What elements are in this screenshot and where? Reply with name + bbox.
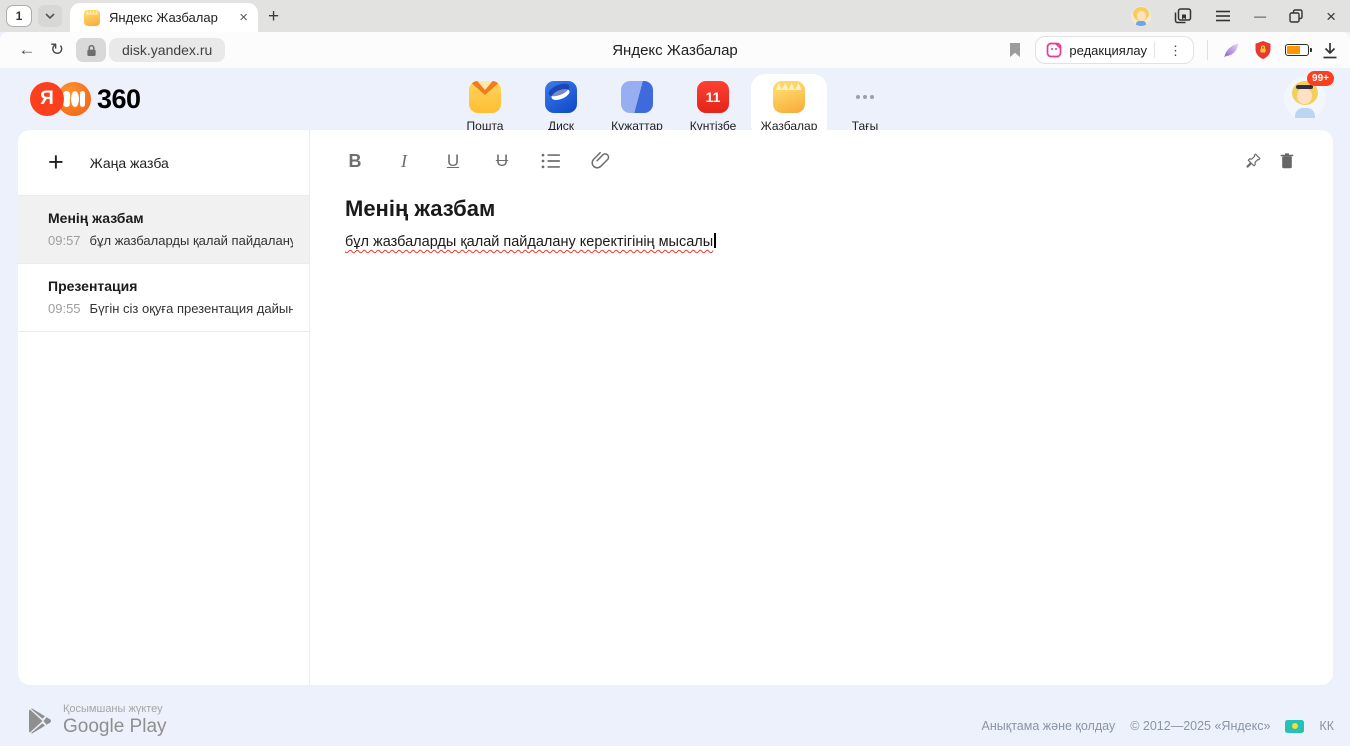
- note-editor[interactable]: B I U U Менің жазбам бұл жазбаларды қала…: [310, 130, 1333, 685]
- service-header: Я 360 Пошта Диск Құжаттар 11 Күнтізбе: [0, 68, 1350, 130]
- text-caret: [714, 233, 716, 248]
- google-play-icon: [28, 708, 52, 734]
- bold-button[interactable]: B: [345, 151, 365, 172]
- side-panels-icon[interactable]: [1174, 8, 1192, 24]
- italic-button[interactable]: I: [394, 151, 414, 172]
- download-icon[interactable]: [1322, 42, 1338, 59]
- battery-icon[interactable]: [1285, 44, 1309, 56]
- address-bar: ← ↻ disk.yandex.ru Яндекс Жазбалар редак…: [0, 32, 1350, 68]
- google-play-caption: Қосымшаны жүктеу: [63, 703, 167, 715]
- note-time: 09:57: [48, 233, 81, 248]
- format-toolbar: B I U U: [345, 143, 1295, 179]
- tab-strip: 1 Яндекс Жазбалар × + — ×: [0, 0, 1350, 32]
- bullet-list-icon: [541, 152, 561, 170]
- note-time: 09:55: [48, 301, 81, 316]
- logo-360-text: 360: [97, 84, 141, 115]
- disk-icon: [545, 81, 577, 113]
- tab-counter[interactable]: 1: [6, 5, 32, 27]
- restore-button[interactable]: [1289, 9, 1303, 23]
- note-actions: [1244, 152, 1295, 170]
- notification-badge: 99+: [1307, 71, 1334, 86]
- notes-app-panel: + Жаңа жазба Менің жазбам 09:57 бұл жазб…: [18, 130, 1333, 685]
- new-tab-button[interactable]: +: [268, 7, 279, 26]
- language-code[interactable]: КК: [1319, 719, 1334, 733]
- google-play-badge[interactable]: Қосымшаны жүктеу Google Play: [28, 703, 167, 738]
- url-field[interactable]: disk.yandex.ru: [109, 38, 225, 62]
- note-title[interactable]: Менің жазбам: [345, 196, 1295, 222]
- edit-mode-label: редакциялау: [1069, 43, 1147, 58]
- pin-button[interactable]: [1244, 152, 1262, 170]
- protect-shield-icon[interactable]: [1254, 40, 1272, 60]
- copyright: © 2012—2025 «Яндекс»: [1130, 719, 1270, 733]
- tab-list-chevron-button[interactable]: [38, 5, 62, 27]
- yandex-360-logo[interactable]: Я 360: [30, 82, 141, 116]
- help-link[interactable]: Анықтама және қолдау: [982, 719, 1116, 733]
- documents-icon: [621, 81, 653, 113]
- profile-avatar[interactable]: [1131, 6, 1151, 26]
- note-preview: бұл жазбаларды қалай пайдалану ке…: [90, 233, 293, 248]
- lock-icon[interactable]: [76, 38, 106, 62]
- yandex-logo-icon: Я: [30, 82, 64, 116]
- notes-sidebar: + Жаңа жазба Менің жазбам 09:57 бұл жазб…: [18, 130, 310, 685]
- underline-button[interactable]: U: [443, 151, 463, 171]
- close-button[interactable]: ×: [1326, 8, 1336, 25]
- kazakhstan-flag-icon[interactable]: [1285, 720, 1304, 733]
- footer-links: Анықтама және қолдау © 2012—2025 «Яндекс…: [982, 719, 1334, 733]
- mail-icon: [469, 81, 501, 113]
- window-controls: — ×: [1131, 6, 1350, 26]
- notes-icon: [773, 81, 805, 113]
- menu-icon[interactable]: [1215, 10, 1231, 22]
- note-preview: Бүгін сіз оқуға презентация дайында…: [90, 301, 293, 316]
- kebab-menu-icon[interactable]: ⋮: [1162, 44, 1189, 57]
- edit-mode-button[interactable]: редакциялау ⋮: [1035, 36, 1194, 64]
- chevron-down-icon: [45, 13, 55, 19]
- edit-icon: [1046, 42, 1062, 58]
- note-list-item[interactable]: Менің жазбам 09:57 бұл жазбаларды қалай …: [18, 196, 309, 264]
- back-button[interactable]: ←: [12, 40, 42, 60]
- calendar-icon: 11: [697, 81, 729, 113]
- notes-favicon-icon: [84, 10, 100, 26]
- note-list-item[interactable]: Презентация 09:55 Бүгін сіз оқуға презен…: [18, 264, 309, 332]
- tab-close-icon[interactable]: ×: [239, 10, 248, 25]
- user-avatar[interactable]: 99+: [1284, 77, 1326, 119]
- delete-button[interactable]: [1279, 152, 1295, 170]
- browser-window: 1 Яндекс Жазбалар × + — × ← ↻ disk.yande…: [0, 0, 1350, 746]
- note-body[interactable]: бұл жазбаларды қалай пайдалану керектігі…: [345, 233, 1295, 250]
- minimize-button[interactable]: —: [1254, 10, 1266, 22]
- reload-button[interactable]: ↻: [42, 40, 72, 60]
- new-note-button[interactable]: + Жаңа жазба: [18, 130, 309, 196]
- browser-tab[interactable]: Яндекс Жазбалар ×: [70, 3, 258, 32]
- plus-icon: +: [48, 149, 64, 176]
- bullet-list-button[interactable]: [541, 152, 561, 170]
- more-dots-icon: [849, 81, 881, 113]
- strikethrough-button[interactable]: U: [492, 151, 512, 171]
- attach-button[interactable]: [590, 151, 610, 171]
- google-play-name: Google Play: [63, 716, 167, 738]
- tab-title: Яндекс Жазбалар: [109, 10, 233, 25]
- feather-pen-icon[interactable]: [1221, 40, 1241, 60]
- bookmark-icon[interactable]: [1008, 42, 1022, 58]
- paperclip-icon: [591, 151, 610, 171]
